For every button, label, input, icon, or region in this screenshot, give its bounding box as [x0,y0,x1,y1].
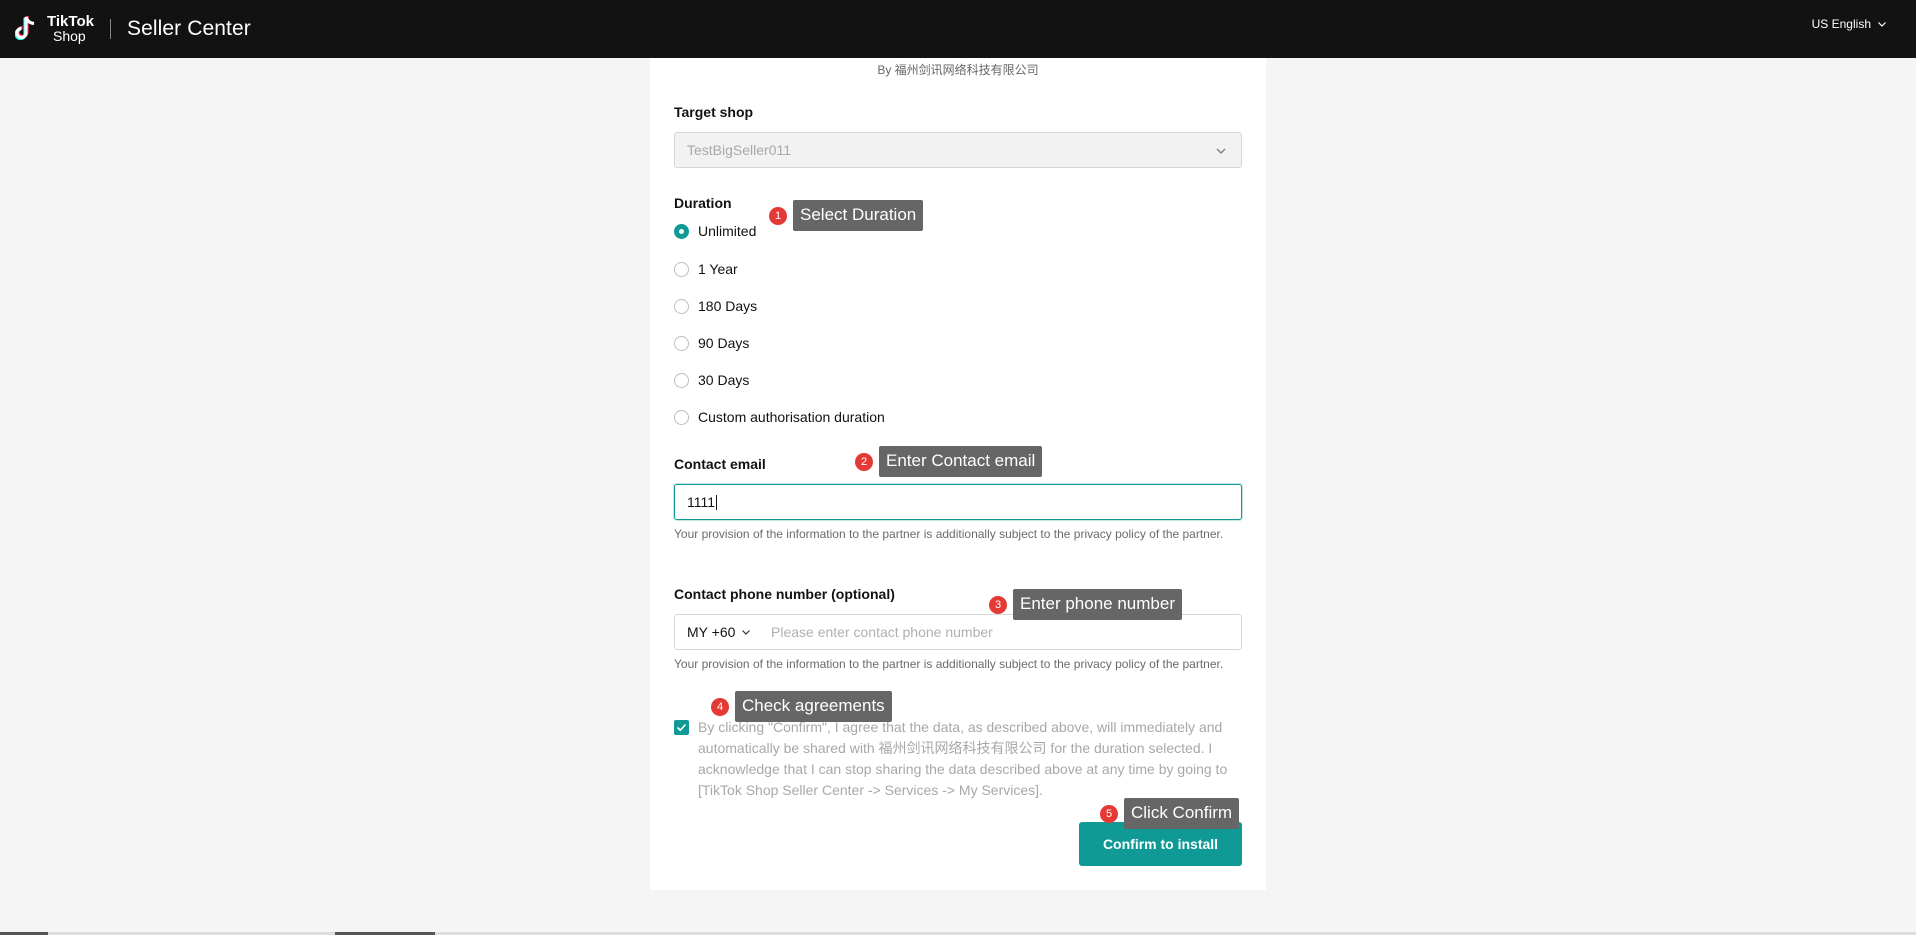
language-label: US English [1811,17,1871,31]
annotation-step-2: 2 Enter Contact email [855,446,1043,477]
step-number-badge: 2 [855,452,873,471]
annotation-step-4: 4 Check agreements [711,691,892,722]
duration-option-custom[interactable]: Custom authorisation duration [674,409,885,425]
duration-option-label: 90 Days [698,335,750,351]
step-number-badge: 5 [1100,804,1118,823]
agreement-row: By clicking "Confirm", I agree that the … [674,717,1242,801]
duration-option-label: 1 Year [698,261,738,277]
tiktok-shop-logo[interactable]: TikTok Shop [14,14,94,44]
contact-phone-label: Contact phone number (optional) [674,586,895,602]
annotation-step-3: 3 Enter phone number [989,589,1182,620]
duration-option-unlimited[interactable]: Unlimited [674,223,756,239]
header-divider [109,19,111,39]
duration-option-label: 180 Days [698,298,758,314]
annotation-label: Enter phone number [1013,589,1182,620]
app-title: Seller Center [126,17,251,40]
duration-option-90-days[interactable]: 90 Days [674,335,749,351]
annotation-step-1: 1 Select Duration [769,200,924,231]
language-selector[interactable]: US English [1812,17,1887,31]
developer-byline: By 福州剑讯网络科技有限公司 [877,63,1039,77]
contact-email-field[interactable]: 1111 [674,484,1242,520]
target-shop-value: TestBigSeller011 [687,142,792,158]
annotation-label: Click Confirm [1124,798,1240,829]
contact-email-value: 1111 [687,493,718,511]
duration-option-label: Unlimited [698,223,757,239]
tiktok-note-icon [14,14,41,44]
duration-option-180-days[interactable]: 180 Days [674,298,757,314]
radio-unselected-icon[interactable] [674,372,689,388]
annotation-label: Check agreements [735,691,892,722]
duration-label: Duration [674,195,732,211]
text-caret [716,495,718,511]
duration-option-30-days[interactable]: 30 Days [674,372,749,388]
country-code-value: MY +60 [687,624,736,640]
annotation-label: Select Duration [793,200,924,231]
country-code-select[interactable]: MY +60 [675,624,771,640]
radio-unselected-icon[interactable] [674,409,689,425]
phone-privacy-hint: Your provision of the information to the… [674,657,1224,671]
contact-email-label: Contact email [674,456,766,472]
top-bar: TikTok Shop Seller Center US English [0,0,1916,58]
target-shop-label: Target shop [674,104,754,120]
duration-option-1-year[interactable]: 1 Year [674,261,738,277]
email-privacy-hint: Your provision of the information to the… [674,527,1224,541]
agreement-checkbox[interactable] [674,720,689,735]
logo-shop-text: Shop [53,28,86,44]
chevron-down-icon [1216,148,1226,154]
agreement-text: By clicking "Confirm", I agree that the … [698,719,1228,798]
chevron-down-icon [1878,22,1886,27]
step-number-badge: 3 [989,595,1007,614]
step-number-badge: 1 [769,206,787,225]
duration-option-label: 30 Days [698,372,750,388]
checkmark-icon [676,723,687,732]
step-number-badge: 4 [711,697,729,716]
chevron-down-icon [742,630,751,635]
annotation-step-5: 5 Click Confirm [1100,798,1240,829]
radio-unselected-icon[interactable] [674,261,689,277]
phone-number-input[interactable]: Please enter contact phone number [771,624,993,640]
radio-unselected-icon[interactable] [674,298,689,314]
target-shop-select[interactable]: TestBigSeller011 [674,132,1242,168]
annotation-label: Enter Contact email [879,446,1043,477]
radio-selected-icon[interactable] [674,223,689,239]
duration-option-label: Custom authorisation duration [698,409,885,425]
radio-unselected-icon[interactable] [674,335,689,351]
